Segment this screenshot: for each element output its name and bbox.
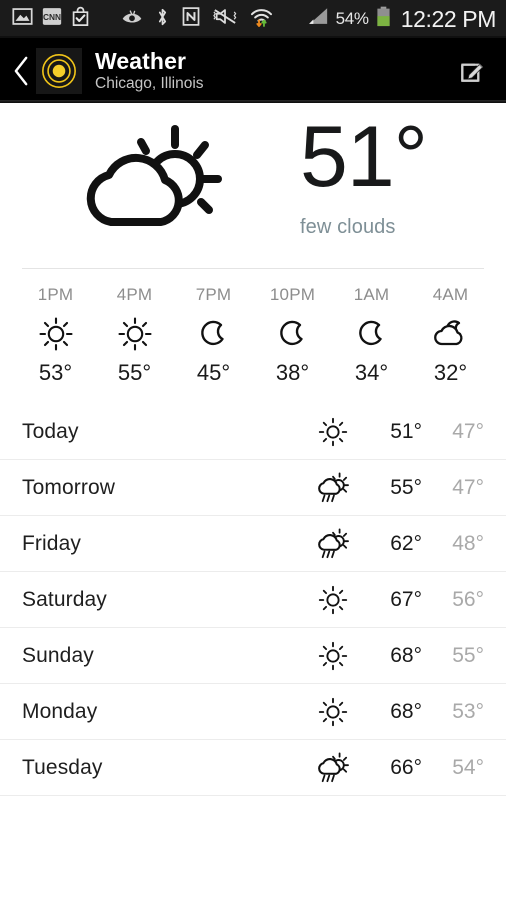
hourly-item[interactable]: 10PM 38°: [253, 285, 332, 386]
hourly-item[interactable]: 4AM 32°: [411, 285, 490, 386]
daily-low-temp: 56°: [452, 587, 484, 611]
current-temperature: 51°: [300, 109, 428, 205]
daily-forecast-list: Today 51° 47° Tomorrow 55° 47° Friday 62…: [0, 404, 506, 796]
battery-percent-label: 54%: [335, 9, 369, 28]
daily-day-label: Today: [22, 419, 79, 443]
hourly-temp: 34°: [354, 360, 389, 385]
weather-sun-app-icon: [36, 47, 82, 94]
moon-icon: [278, 314, 308, 354]
partly-cloudy-day-icon: [0, 111, 300, 235]
daily-low-temp: 47°: [452, 475, 484, 499]
nfc-icon: [182, 7, 200, 31]
bluetooth-icon: [156, 7, 169, 32]
daily-low-temp: 54°: [452, 755, 484, 779]
vibrate-mute-icon: [213, 7, 237, 31]
daily-row[interactable]: Sunday 68° 55°: [0, 628, 506, 684]
current-conditions: 51° few clouds: [0, 103, 506, 268]
hourly-time: 1AM: [353, 285, 390, 304]
hourly-forecast: 1PM 53° 4PM 55° 7PM 45° 10PM 38° 1AM 34°…: [0, 269, 506, 394]
daily-day-label: Sunday: [22, 643, 94, 667]
hourly-temp: 38°: [275, 360, 310, 385]
hourly-temp: 32°: [433, 360, 468, 385]
daily-high-temp: 67°: [390, 587, 422, 611]
status-bar: CNN 54% 12:22 PM: [0, 0, 506, 38]
moon-icon: [199, 314, 229, 354]
daily-row[interactable]: Monday 68° 53°: [0, 684, 506, 740]
gallery-icon: [12, 6, 33, 32]
daily-high-temp: 51°: [390, 419, 422, 443]
hourly-time: 4PM: [116, 285, 153, 304]
daily-high-temp: 62°: [390, 531, 422, 555]
daily-high-temp: 68°: [390, 643, 422, 667]
hourly-temp: 55°: [117, 360, 152, 385]
status-bar-right-cluster: 54% 12:22 PM: [307, 6, 496, 33]
hourly-temp: 45°: [196, 360, 231, 385]
action-bar-titles: Weather Chicago, Illinois: [95, 47, 204, 93]
hourly-time: 4AM: [432, 285, 469, 304]
battery-icon: [376, 6, 391, 32]
daily-day-label: Monday: [22, 699, 98, 723]
status-bar-system-icons: [121, 7, 273, 32]
daily-row[interactable]: Friday 62° 48°: [0, 516, 506, 572]
daily-high-temp: 55°: [390, 475, 422, 499]
daily-row[interactable]: Today 51° 47°: [0, 404, 506, 460]
hourly-item[interactable]: 1PM 53°: [16, 285, 95, 386]
status-bar-notification-icons: CNN: [12, 6, 90, 32]
cell-signal-icon: [307, 7, 329, 31]
back-button[interactable]: [8, 56, 34, 86]
sun-icon: [38, 314, 73, 354]
wifi-transfer-icon: [250, 7, 273, 32]
hourly-time: 1PM: [37, 285, 74, 304]
daily-low-temp: 48°: [452, 531, 484, 555]
daily-low-temp: 53°: [452, 699, 484, 723]
hourly-item[interactable]: 4PM 55°: [95, 285, 174, 386]
daily-day-label: Saturday: [22, 587, 107, 611]
daily-day-label: Friday: [22, 531, 81, 555]
cnn-icon: CNN: [42, 7, 62, 31]
edit-compose-icon: [460, 63, 483, 82]
daily-row[interactable]: Saturday 67° 56°: [0, 572, 506, 628]
sun-shower-icon: [306, 752, 360, 784]
hourly-item[interactable]: 1AM 34°: [332, 285, 411, 386]
hourly-temp: 53°: [38, 360, 73, 385]
hourly-time: 10PM: [269, 285, 316, 304]
daily-row[interactable]: Tuesday 66° 54°: [0, 740, 506, 796]
daily-high-temp: 66°: [390, 755, 422, 779]
daily-high-temp: 68°: [390, 699, 422, 723]
smart-stay-eye-icon: [121, 9, 143, 30]
sun-icon: [306, 417, 360, 447]
daily-low-temp: 47°: [452, 419, 484, 443]
current-summary: few clouds: [300, 216, 396, 239]
cloudy-night-icon: [432, 314, 470, 354]
hourly-time: 7PM: [195, 285, 232, 304]
hourly-item[interactable]: 7PM 45°: [174, 285, 253, 386]
moon-icon: [357, 314, 387, 354]
daily-day-label: Tomorrow: [22, 475, 115, 499]
sun-icon: [306, 585, 360, 615]
sun-icon: [306, 697, 360, 727]
back-chevron-icon: [14, 56, 27, 85]
weather-app-screen: CNN 54% 12:22 PM Weather Chicago, Illino…: [0, 0, 506, 900]
play-store-bag-icon: [71, 6, 90, 32]
daily-low-temp: 55°: [452, 643, 484, 667]
action-bar: Weather Chicago, Illinois: [0, 38, 506, 103]
sun-icon: [117, 314, 152, 354]
page-title: Weather: [95, 47, 187, 74]
sun-shower-icon: [306, 528, 360, 560]
location-subtitle: Chicago, Illinois: [95, 74, 204, 92]
clock-label: 12:22 PM: [400, 5, 497, 32]
svg-text:CNN: CNN: [43, 12, 61, 22]
sun-icon: [306, 641, 360, 671]
sun-shower-icon: [306, 472, 360, 504]
edit-button[interactable]: [452, 51, 492, 91]
current-temperature-block: 51° few clouds: [300, 111, 506, 239]
daily-row[interactable]: Tomorrow 55° 47°: [0, 460, 506, 516]
daily-day-label: Tuesday: [22, 755, 103, 779]
